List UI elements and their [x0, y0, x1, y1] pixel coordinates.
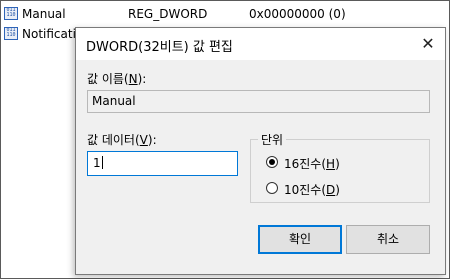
radio-hex-label: 16진수(H): [284, 157, 340, 171]
base-group-label: 단위: [258, 131, 287, 148]
dialog-title: DWORD(32비트) 값 편집: [86, 40, 233, 55]
radio-unchecked-icon[interactable]: [266, 182, 278, 194]
reg-value-icon: 011 110: [4, 27, 18, 40]
registry-value-name: Manual: [22, 7, 66, 21]
value-data-label: 값 데이터(V):: [87, 133, 157, 147]
text-caret: [101, 156, 103, 169]
value-name-field: Manual: [87, 90, 430, 113]
ok-button[interactable]: 확인: [258, 225, 342, 254]
registry-value-data: 0x00000000 (0): [249, 7, 346, 21]
cancel-button[interactable]: 취소: [346, 225, 430, 254]
registry-value-type: REG_DWORD: [128, 7, 208, 21]
radio-dec-label: 10진수(D): [284, 183, 340, 197]
value-data-input[interactable]: 1: [87, 151, 238, 176]
dialog-titlebar[interactable]: DWORD(32비트) 값 편집 ✕: [76, 28, 445, 60]
radio-checked-icon[interactable]: [266, 156, 278, 168]
base-groupbox: [250, 139, 430, 203]
reg-value-icon: 011 110: [4, 7, 18, 20]
close-icon[interactable]: ✕: [415, 32, 441, 56]
value-name-label: 값 이름(N):: [87, 72, 147, 86]
edit-dword-dialog: DWORD(32비트) 값 편집 ✕ 값 이름(N): Manual 값 데이터…: [75, 27, 446, 275]
registry-row-manual[interactable]: 011 110 Manual REG_DWORD 0x00000000 (0): [4, 4, 444, 24]
